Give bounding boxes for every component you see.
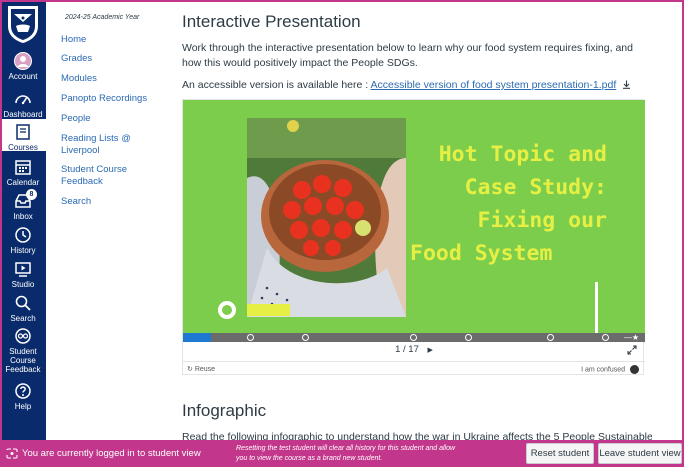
course-nav-home[interactable]: Home: [61, 34, 171, 46]
student-view-message: You are currently logged in to student v…: [22, 448, 201, 459]
presentation-footer: ↻ Reuse I am confused: [183, 361, 645, 376]
course-nav-modules[interactable]: Modules: [61, 73, 171, 85]
tomato-bowl-photo: [247, 118, 406, 317]
course-nav: 2024-25 Academic Year Home Grades Module…: [46, 0, 176, 440]
confused-button[interactable]: I am confused: [581, 365, 639, 374]
slide-pager: 1 / 17 ▶: [183, 344, 645, 355]
intro-text: Work through the interactive presentatio…: [182, 42, 633, 69]
slide-title-line: Hot Topic and: [438, 142, 607, 167]
slide-progress-fill: [183, 333, 211, 342]
global-nav-calendar[interactable]: Calendar: [0, 158, 46, 187]
star-icon[interactable]: —★: [624, 333, 639, 342]
global-nav-history[interactable]: History: [0, 226, 46, 255]
dashboard-icon: [15, 95, 31, 105]
slide-title: Hot Topic and Case Study: Fixing our Foo…: [392, 138, 607, 270]
infographic-heading: Infographic: [182, 401, 267, 420]
slide-marker[interactable]: [465, 334, 472, 341]
slide-marker[interactable]: [247, 334, 254, 341]
global-nav-label: Studio: [11, 280, 35, 289]
presentation-slide[interactable]: Hot Topic and Case Study: Fixing our Foo…: [183, 100, 645, 333]
slide-progress-track[interactable]: —★: [183, 333, 645, 342]
global-nav-search[interactable]: Search: [0, 294, 46, 323]
global-nav-courses[interactable]: Courses: [0, 119, 46, 152]
global-nav: Account Dashboard Courses Calendar 8 Inb…: [0, 0, 46, 440]
slide-title-line: Fixing our: [477, 208, 607, 233]
download-icon[interactable]: [622, 80, 631, 89]
global-nav-label: Student Course Feedback: [5, 347, 41, 374]
feedback-icon: [15, 328, 31, 344]
global-nav-label: Help: [14, 402, 32, 411]
accessible-pdf-link[interactable]: Accessible version of food system presen…: [371, 79, 617, 91]
hotspot-icon[interactable]: [218, 301, 236, 319]
academic-year: 2024-25 Academic Year: [65, 14, 140, 21]
reset-student-button[interactable]: Reset student: [526, 443, 594, 464]
slide-title-line: Food System: [410, 241, 553, 266]
help-icon: [15, 383, 31, 399]
global-nav-dashboard[interactable]: Dashboard: [0, 90, 46, 119]
slide-marker[interactable]: [302, 334, 309, 341]
course-nav-grades[interactable]: Grades: [61, 53, 171, 65]
reuse-label: Reuse: [194, 366, 216, 373]
global-nav-label: Inbox: [13, 212, 33, 221]
history-icon: [15, 227, 31, 243]
global-nav-student-course-feedback[interactable]: Student Course Feedback: [0, 327, 46, 374]
global-nav-label: Dashboard: [3, 110, 43, 119]
inbox-unread-badge: 8: [26, 189, 37, 200]
course-nav-search[interactable]: Search: [61, 196, 171, 208]
confused-face-icon: [630, 365, 639, 374]
reset-note: Resetting the test student will clear al…: [236, 445, 456, 462]
course-nav-panopto-recordings[interactable]: Panopto Recordings: [61, 93, 171, 105]
global-nav-label: Calendar: [6, 178, 40, 187]
reuse-icon: ↻: [187, 366, 193, 373]
course-nav-reading-lists[interactable]: Reading Lists @ Liverpool: [61, 133, 141, 157]
studio-icon: [15, 262, 31, 277]
global-nav-label: History: [10, 246, 36, 255]
reuse-button[interactable]: ↻ Reuse: [187, 365, 215, 373]
interactive-presentation: Hot Topic and Case Study: Fixing our Foo…: [182, 99, 645, 376]
global-nav-label: Account: [8, 72, 38, 81]
decorative-line: [595, 282, 598, 333]
main-content: Interactive Presentation Work through th…: [182, 0, 652, 443]
slide-marker[interactable]: [602, 334, 609, 341]
global-nav-inbox[interactable]: 8 Inbox: [0, 189, 46, 221]
course-nav-student-course-feedback[interactable]: Student Course Feedback: [61, 164, 141, 188]
global-nav-label: Courses: [8, 143, 38, 152]
fullscreen-icon[interactable]: [627, 345, 637, 355]
confused-label: I am confused: [581, 366, 626, 374]
global-nav-label: Search: [10, 314, 36, 323]
accessible-version-text: An accessible version is available here …: [182, 78, 631, 93]
leave-student-view-button[interactable]: Leave student view: [598, 443, 682, 464]
slide-marker[interactable]: [410, 334, 417, 341]
page-title: Interactive Presentation: [182, 12, 361, 31]
avatar-icon: [14, 52, 32, 70]
university-logo-icon[interactable]: [6, 4, 40, 44]
courses-icon: [16, 124, 30, 140]
global-nav-help[interactable]: Help: [0, 382, 46, 411]
student-view-icon: [6, 448, 18, 459]
calendar-icon: [15, 160, 31, 175]
slide-title-line: Case Study:: [464, 175, 607, 200]
course-nav-people[interactable]: People: [61, 113, 171, 125]
decorative-bar: [247, 304, 290, 316]
accessible-prefix: An accessible version is available here …: [182, 79, 371, 91]
student-view-bar: You are currently logged in to student v…: [0, 440, 684, 467]
next-slide-icon[interactable]: ▶: [428, 347, 433, 354]
slide-marker[interactable]: [547, 334, 554, 341]
global-nav-account[interactable]: Account: [0, 52, 46, 81]
global-nav-studio[interactable]: Studio: [0, 260, 46, 289]
search-icon: [15, 295, 31, 311]
page-total: 17: [408, 344, 419, 355]
